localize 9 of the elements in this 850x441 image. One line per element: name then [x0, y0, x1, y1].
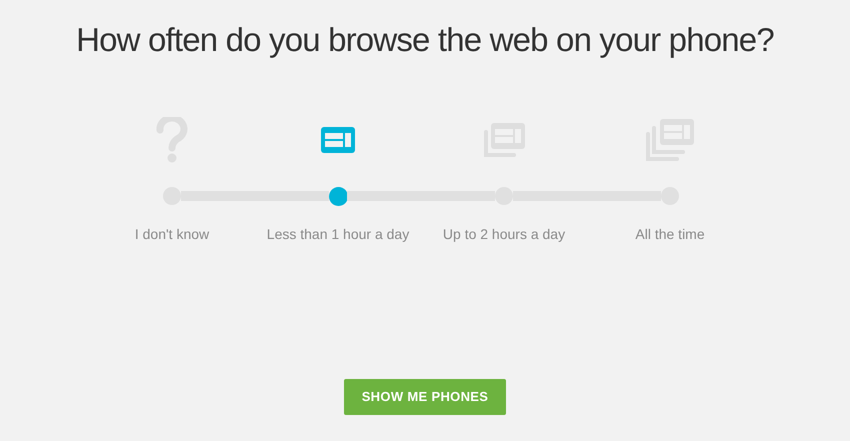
option-label[interactable]: Less than 1 hour a day: [266, 224, 410, 245]
question-title: How often do you browse the web on your phone?: [76, 20, 774, 60]
option-label[interactable]: Up to 2 hours a day: [442, 224, 566, 245]
slider-stop[interactable]: [328, 186, 348, 206]
slider-track-segment[interactable]: [347, 191, 495, 201]
option-label[interactable]: All the time: [635, 224, 705, 245]
option-label[interactable]: I don't know: [134, 224, 210, 245]
slider-track-segment[interactable]: [181, 191, 329, 201]
show-phones-button[interactable]: SHOW ME PHONES: [344, 379, 506, 415]
